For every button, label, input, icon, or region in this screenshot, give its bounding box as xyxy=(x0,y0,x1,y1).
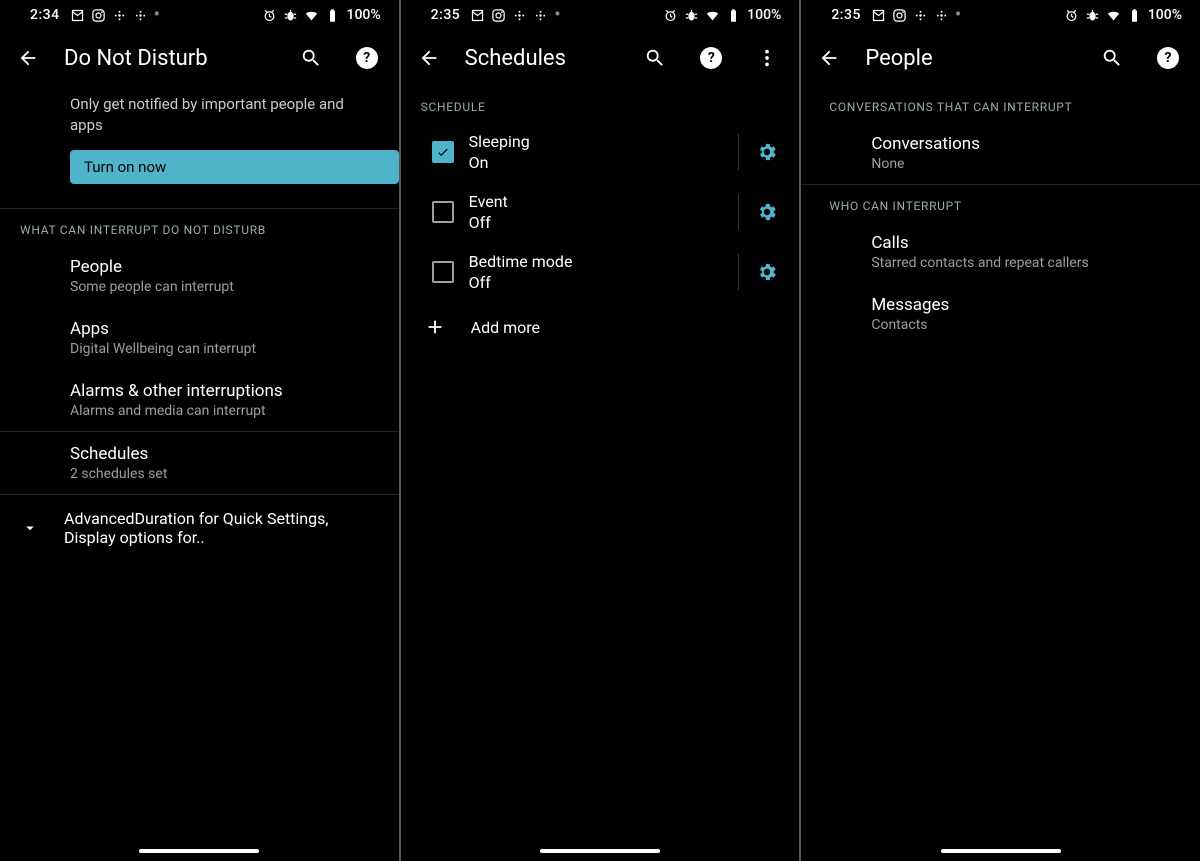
wifi-icon xyxy=(705,8,720,23)
battery-percentage: 100% xyxy=(747,7,781,23)
status-bar: 2:35 • 100% xyxy=(801,0,1200,30)
row-advanced[interactable]: AdvancedDuration for Quick Settings, Dis… xyxy=(0,495,399,561)
page-title: Schedules xyxy=(465,46,620,71)
add-more-row[interactable]: Add more xyxy=(401,302,800,352)
wifi-icon xyxy=(304,8,319,23)
instagram-icon xyxy=(892,8,907,23)
app-bar: Do Not Disturb ? xyxy=(0,30,399,86)
overflow-button[interactable] xyxy=(747,38,787,78)
back-button[interactable] xyxy=(8,38,48,78)
gmail-icon xyxy=(871,8,886,23)
intro-text: Only get notified by important people an… xyxy=(0,86,399,150)
gear-button-event[interactable] xyxy=(745,201,789,223)
fitbit-icon-2 xyxy=(934,8,949,23)
search-button[interactable] xyxy=(635,38,675,78)
wifi-icon xyxy=(1106,8,1121,23)
battery-percentage: 100% xyxy=(346,7,380,23)
bug-icon xyxy=(1085,8,1100,23)
battery-percentage: 100% xyxy=(1148,7,1182,23)
help-icon: ? xyxy=(356,47,378,69)
row-apps[interactable]: AppsDigital Wellbeing can interrupt xyxy=(0,307,399,369)
bug-icon xyxy=(684,8,699,23)
screen-schedules: 2:35 • 100% Schedules ? SCHEDULE Sleepin… xyxy=(401,0,802,861)
chevron-down-icon xyxy=(20,519,40,537)
gear-button-sleeping[interactable] xyxy=(745,141,789,163)
schedule-row-bedtime[interactable]: Bedtime modeOff xyxy=(401,242,800,302)
help-icon: ? xyxy=(700,47,722,69)
page-title: People xyxy=(865,46,1076,71)
screen-people: 2:35 • 100% People ? CONVERSATIONS THAT … xyxy=(801,0,1200,861)
section-header-who: WHO CAN INTERRUPT xyxy=(801,185,1200,221)
gmail-icon xyxy=(70,8,85,23)
row-messages[interactable]: MessagesContacts xyxy=(801,283,1200,345)
search-button[interactable] xyxy=(291,38,331,78)
status-bar: 2:34 • 100% xyxy=(0,0,399,30)
page-title: Do Not Disturb xyxy=(64,46,275,71)
plus-icon xyxy=(421,316,449,338)
checkbox-bedtime[interactable] xyxy=(421,261,465,283)
schedule-row-event[interactable]: EventOff xyxy=(401,182,800,242)
status-time: 2:35 xyxy=(831,7,861,23)
section-header-interrupt: WHAT CAN INTERRUPT DO NOT DISTURB xyxy=(0,209,399,245)
nav-pill[interactable] xyxy=(540,849,660,853)
battery-icon xyxy=(325,8,340,23)
search-button[interactable] xyxy=(1092,38,1132,78)
app-bar: Schedules ? xyxy=(401,30,800,86)
row-calls[interactable]: CallsStarred contacts and repeat callers xyxy=(801,221,1200,283)
nav-pill[interactable] xyxy=(139,849,259,853)
fitbit-icon xyxy=(512,8,527,23)
alarm-icon xyxy=(1064,8,1079,23)
section-header-schedule: SCHEDULE xyxy=(401,86,800,122)
row-people[interactable]: PeopleSome people can interrupt xyxy=(0,245,399,307)
section-header-conversations: CONVERSATIONS THAT CAN INTERRUPT xyxy=(801,86,1200,122)
schedule-row-sleeping[interactable]: SleepingOn xyxy=(401,122,800,182)
status-time: 2:35 xyxy=(431,7,461,23)
back-button[interactable] xyxy=(409,38,449,78)
alarm-icon xyxy=(262,8,277,23)
screen-do-not-disturb: 2:34 • 100% Do Not Disturb ? Only get no… xyxy=(0,0,401,861)
battery-icon xyxy=(1127,8,1142,23)
fitbit-icon-2 xyxy=(533,8,548,23)
turn-on-button[interactable]: Turn on now xyxy=(70,150,399,184)
fitbit-icon xyxy=(913,8,928,23)
fitbit-icon xyxy=(112,8,127,23)
row-schedules[interactable]: Schedules2 schedules set xyxy=(0,432,399,494)
nav-pill[interactable] xyxy=(941,849,1061,853)
help-button[interactable]: ? xyxy=(1148,38,1188,78)
help-icon: ? xyxy=(1157,47,1179,69)
app-bar: People ? xyxy=(801,30,1200,86)
help-button[interactable]: ? xyxy=(691,38,731,78)
instagram-icon xyxy=(491,8,506,23)
bug-icon xyxy=(283,8,298,23)
status-bar: 2:35 • 100% xyxy=(401,0,800,30)
fitbit-icon-2 xyxy=(133,8,148,23)
checkbox-event[interactable] xyxy=(421,201,465,223)
gmail-icon xyxy=(470,8,485,23)
instagram-icon xyxy=(91,8,106,23)
battery-icon xyxy=(726,8,741,23)
help-button[interactable]: ? xyxy=(347,38,387,78)
gear-button-bedtime[interactable] xyxy=(745,261,789,283)
back-button[interactable] xyxy=(809,38,849,78)
row-alarms[interactable]: Alarms & other interruptionsAlarms and m… xyxy=(0,369,399,431)
status-time: 2:34 xyxy=(30,7,60,23)
checkbox-sleeping[interactable] xyxy=(421,141,465,163)
row-conversations[interactable]: ConversationsNone xyxy=(801,122,1200,184)
alarm-icon xyxy=(663,8,678,23)
